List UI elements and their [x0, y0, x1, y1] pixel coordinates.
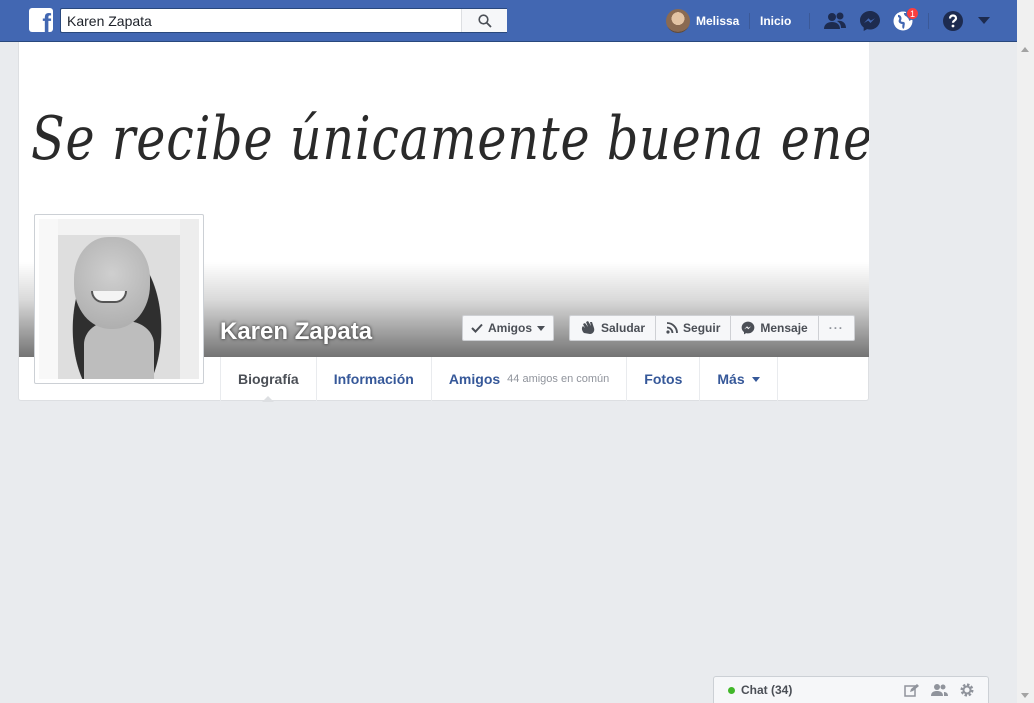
account-menu-caret-icon[interactable] [972, 10, 996, 32]
nav-divider [928, 13, 929, 29]
chat-label: Chat (34) [741, 683, 793, 697]
page-scrollbar[interactable] [1017, 0, 1034, 703]
messenger-icon [741, 321, 755, 335]
top-navigation-bar: f Melissa Inicio 1 [0, 0, 1017, 42]
nav-user-name: Melissa [696, 14, 740, 28]
chevron-down-icon [537, 325, 546, 331]
nav-user-profile[interactable]: Melissa [666, 9, 739, 33]
tab-fotos[interactable]: Fotos [627, 357, 701, 401]
message-button-label: Mensaje [760, 321, 808, 335]
chat-actions [902, 682, 976, 698]
rss-feed-icon [666, 322, 678, 334]
tab-label: Fotos [644, 371, 683, 387]
profile-tabs: Biografía Información Amigos 44 amigos e… [220, 357, 778, 402]
wave-hand-icon [581, 321, 595, 334]
mutual-friends-count: 44 amigos en común [507, 373, 610, 385]
nav-divider [809, 13, 810, 29]
tab-label: Más [717, 371, 745, 387]
profile-photo [39, 219, 199, 379]
facebook-logo-icon[interactable]: f [29, 8, 53, 32]
profile-name[interactable]: Karen Zapata [220, 318, 372, 346]
checkmark-icon [471, 323, 483, 333]
help-icon[interactable] [941, 10, 965, 32]
more-options-button[interactable]: ··· [819, 316, 854, 340]
profile-actions: Saludar Seguir Mensaje ··· [569, 315, 855, 341]
search-icon [477, 13, 492, 28]
messenger-icon[interactable] [858, 10, 882, 32]
profile-picture[interactable] [34, 214, 204, 384]
search-button[interactable] [461, 9, 507, 32]
friend-requests-icon[interactable] [823, 10, 847, 32]
nav-divider [749, 13, 750, 29]
scroll-down-arrow-icon[interactable] [1021, 693, 1029, 698]
scroll-up-arrow-icon[interactable] [1021, 47, 1029, 52]
online-status-dot [728, 686, 735, 694]
more-dots-icon: ··· [828, 321, 844, 335]
search-box [60, 8, 507, 33]
follow-button[interactable]: Seguir [656, 316, 732, 340]
tab-label: Información [333, 371, 414, 387]
tab-biografia[interactable]: Biografía [221, 357, 317, 402]
tab-mas[interactable]: Más [700, 357, 778, 401]
tab-amigos[interactable]: Amigos 44 amigos en común [432, 357, 628, 401]
tab-label: Biografía [238, 371, 299, 387]
new-group-icon[interactable] [930, 682, 948, 698]
cover-quote-text: Se recibe únicamente buena energía [31, 104, 869, 174]
wave-button-label: Saludar [601, 321, 646, 335]
wave-button[interactable]: Saludar [570, 316, 657, 340]
new-message-icon[interactable] [902, 682, 920, 698]
tab-label: Amigos [448, 371, 501, 387]
chevron-down-icon [751, 376, 760, 382]
friends-button[interactable]: Amigos [462, 315, 555, 341]
notifications-badge: 1 [906, 7, 920, 20]
friends-button-label: Amigos [488, 321, 533, 335]
follow-button-label: Seguir [683, 321, 721, 335]
profile-header: Se recibe únicamente buena energía Karen… [18, 42, 869, 402]
message-button[interactable]: Mensaje [731, 316, 819, 340]
search-input[interactable] [61, 9, 451, 32]
home-link[interactable]: Inicio [760, 14, 791, 28]
chat-bar[interactable]: Chat (34) [713, 676, 989, 703]
tab-informacion[interactable]: Información [317, 357, 432, 401]
avatar [666, 9, 690, 33]
chat-settings-gear-icon[interactable] [958, 682, 976, 698]
